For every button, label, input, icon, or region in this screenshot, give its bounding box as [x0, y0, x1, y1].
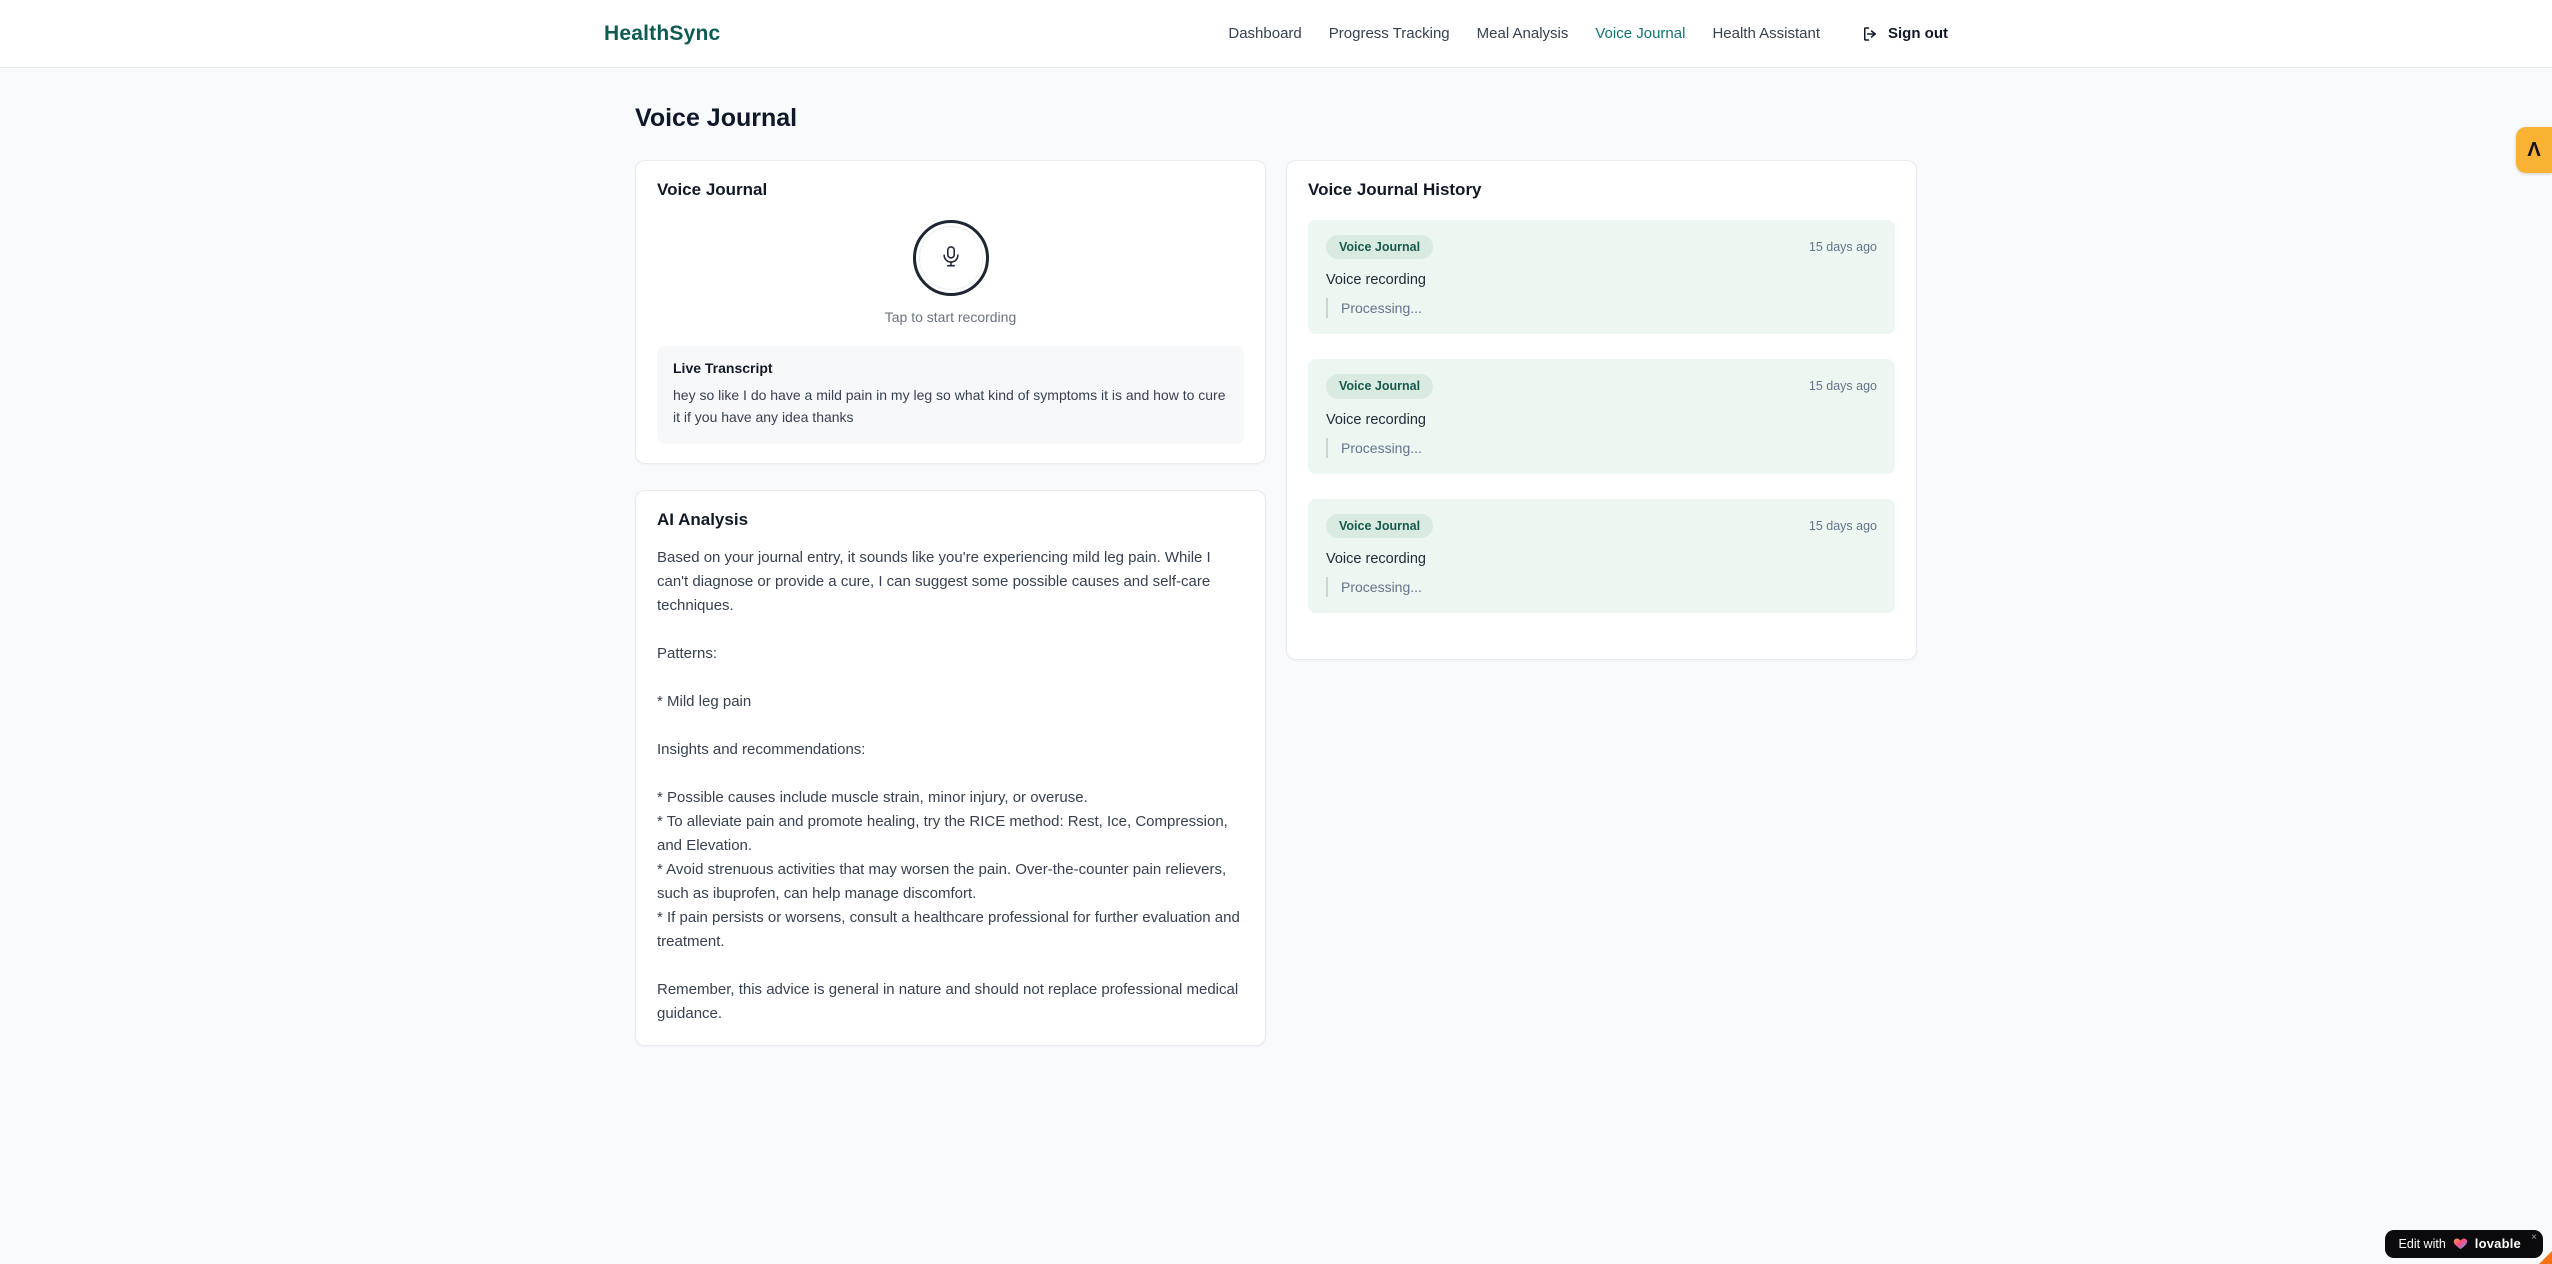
page-title: Voice Journal [635, 104, 798, 132]
entry-description: Voice recording [1326, 550, 1426, 567]
corner-accent-triangle [2539, 1251, 2552, 1264]
lovable-brand-label: lovable [2474, 1236, 2521, 1251]
history-card-title: Voice Journal History [1308, 180, 1482, 199]
logout-icon [1861, 25, 1879, 43]
lovable-prefix-label: Edit with [2398, 1236, 2446, 1251]
tap-to-record-hint: Tap to start recording [884, 309, 1017, 325]
extension-logo-icon: Λ [2527, 138, 2541, 161]
history-entry[interactable]: Voice Journal 15 days ago Voice recordin… [1308, 220, 1895, 335]
entry-type-badge: Voice Journal [1326, 374, 1434, 399]
entry-timestamp: 15 days ago [1808, 379, 1877, 394]
entry-processing-status: Processing... [1326, 298, 1877, 319]
ai-analysis-card: AI Analysis Based on your journal entry,… [635, 490, 1266, 1047]
history-entry[interactable]: Voice Journal 15 days ago Voice recordin… [1308, 359, 1895, 474]
history-entry[interactable]: Voice Journal 15 days ago Voice recordin… [1308, 498, 1895, 613]
recorder-card-title: Voice Journal [657, 180, 768, 199]
sign-out-label: Sign out [1888, 25, 1948, 42]
entry-timestamp: 15 days ago [1808, 240, 1877, 255]
voice-recorder-card: Voice Journal Tap to start recording Liv… [635, 160, 1266, 465]
entry-type-badge: Voice Journal [1326, 513, 1434, 538]
live-transcript-text: hey so like I do have a mild pain in my … [673, 387, 1226, 425]
main-nav: Dashboard Progress Tracking Meal Analysi… [1228, 25, 1948, 43]
live-transcript-box: Live Transcript hey so like I do have a … [657, 346, 1244, 445]
entry-processing-status: Processing... [1326, 437, 1877, 458]
close-icon[interactable]: × [2531, 1232, 2537, 1243]
top-navbar: HealthSync Dashboard Progress Tracking M… [0, 0, 2552, 68]
nav-item-health-assistant[interactable]: Health Assistant [1712, 25, 1820, 42]
microphone-icon [940, 244, 962, 273]
nav-item-dashboard[interactable]: Dashboard [1228, 25, 1301, 42]
entry-description: Voice recording [1326, 411, 1426, 428]
heart-icon [2453, 1236, 2468, 1251]
nav-item-progress-tracking[interactable]: Progress Tracking [1329, 25, 1450, 42]
voice-journal-history-card: Voice Journal History Voice Journal 15 d… [1286, 160, 1917, 660]
entry-type-badge: Voice Journal [1326, 235, 1434, 260]
ai-analysis-title: AI Analysis [657, 510, 749, 530]
entry-processing-status: Processing... [1326, 576, 1877, 597]
record-button[interactable] [912, 220, 989, 296]
app-logo[interactable]: HealthSync [604, 22, 720, 46]
entry-description: Voice recording [1326, 272, 1426, 289]
nav-item-voice-journal[interactable]: Voice Journal [1595, 25, 1685, 42]
voice-journal-page: Voice Journal Voice Journal Tap to start… [635, 68, 1917, 1047]
edit-with-lovable-badge[interactable]: Edit with lovable × [2384, 1230, 2543, 1258]
nav-item-meal-analysis[interactable]: Meal Analysis [1477, 25, 1569, 42]
browser-extension-badge[interactable]: Λ [2516, 127, 2552, 173]
ai-analysis-body: Based on your journal entry, it sounds l… [657, 549, 1240, 1023]
entry-timestamp: 15 days ago [1808, 518, 1877, 533]
sign-out-button[interactable]: Sign out [1861, 25, 1948, 43]
live-transcript-title: Live Transcript [673, 360, 773, 376]
